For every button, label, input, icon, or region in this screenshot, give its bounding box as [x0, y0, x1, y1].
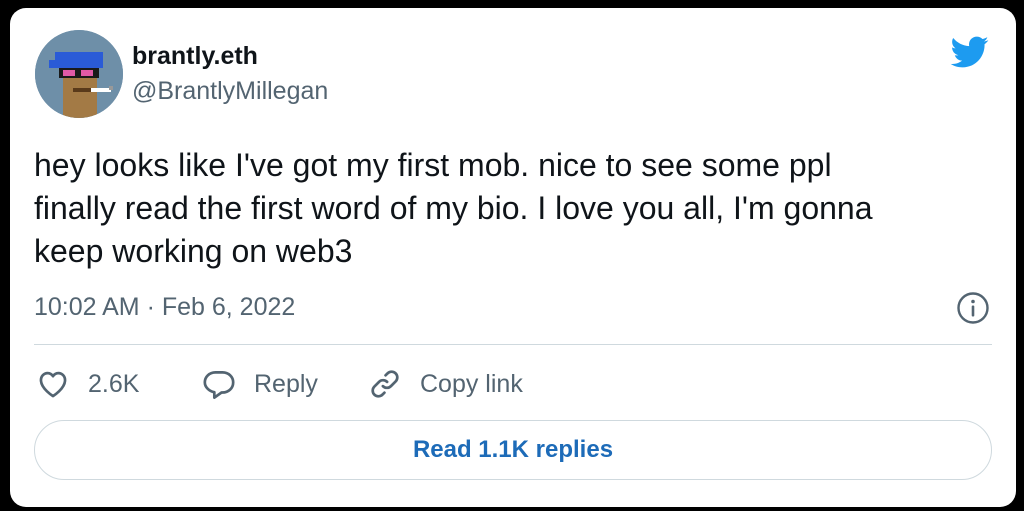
twitter-bird-icon[interactable] [946, 32, 992, 72]
copy-link-button[interactable]: Copy link [368, 364, 523, 404]
user-handle[interactable]: @BrantlyMillegan [132, 76, 328, 106]
like-button[interactable]: 2.6K [36, 364, 139, 404]
avatar[interactable] [35, 30, 123, 118]
speech-bubble-icon [203, 371, 235, 399]
info-icon[interactable] [956, 291, 990, 325]
divider [34, 344, 992, 345]
tweet-card: brantly.eth @BrantlyMillegan hey looks l… [10, 8, 1016, 507]
tweet-text: hey looks like I've got my first mob. ni… [34, 147, 873, 269]
reply-button[interactable]: Reply [202, 364, 318, 404]
tweet-timestamp[interactable]: 10:02 AM · Feb 6, 2022 [34, 292, 295, 322]
link-icon [371, 370, 399, 398]
read-replies-button[interactable]: Read 1.1K replies [34, 420, 992, 480]
avatar-icon [35, 30, 123, 118]
display-name[interactable]: brantly.eth [132, 41, 258, 71]
copy-link-label: Copy link [420, 369, 523, 398]
heart-icon [39, 371, 67, 398]
reply-label: Reply [254, 369, 318, 398]
read-replies-label: Read 1.1K replies [412, 436, 614, 463]
like-count: 2.6K [88, 369, 140, 398]
